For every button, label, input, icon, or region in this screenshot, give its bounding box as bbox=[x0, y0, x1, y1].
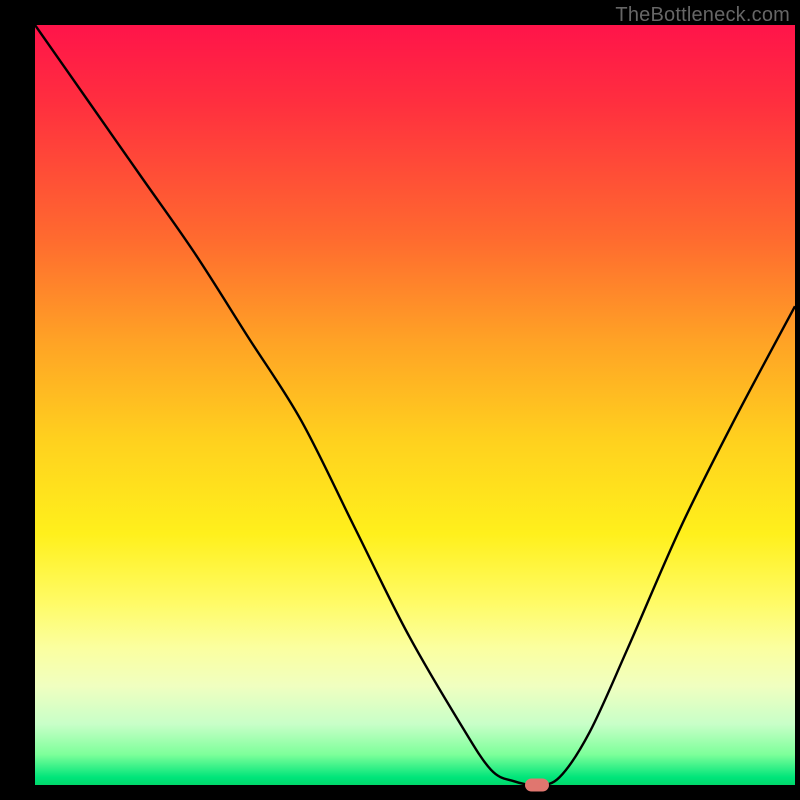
chart-stage: TheBottleneck.com bbox=[0, 0, 800, 800]
curve-svg bbox=[35, 25, 795, 785]
plot-area bbox=[35, 25, 795, 785]
bottleneck-curve-path bbox=[35, 25, 795, 785]
optimal-marker bbox=[525, 779, 549, 792]
watermark-text: TheBottleneck.com bbox=[615, 4, 790, 27]
